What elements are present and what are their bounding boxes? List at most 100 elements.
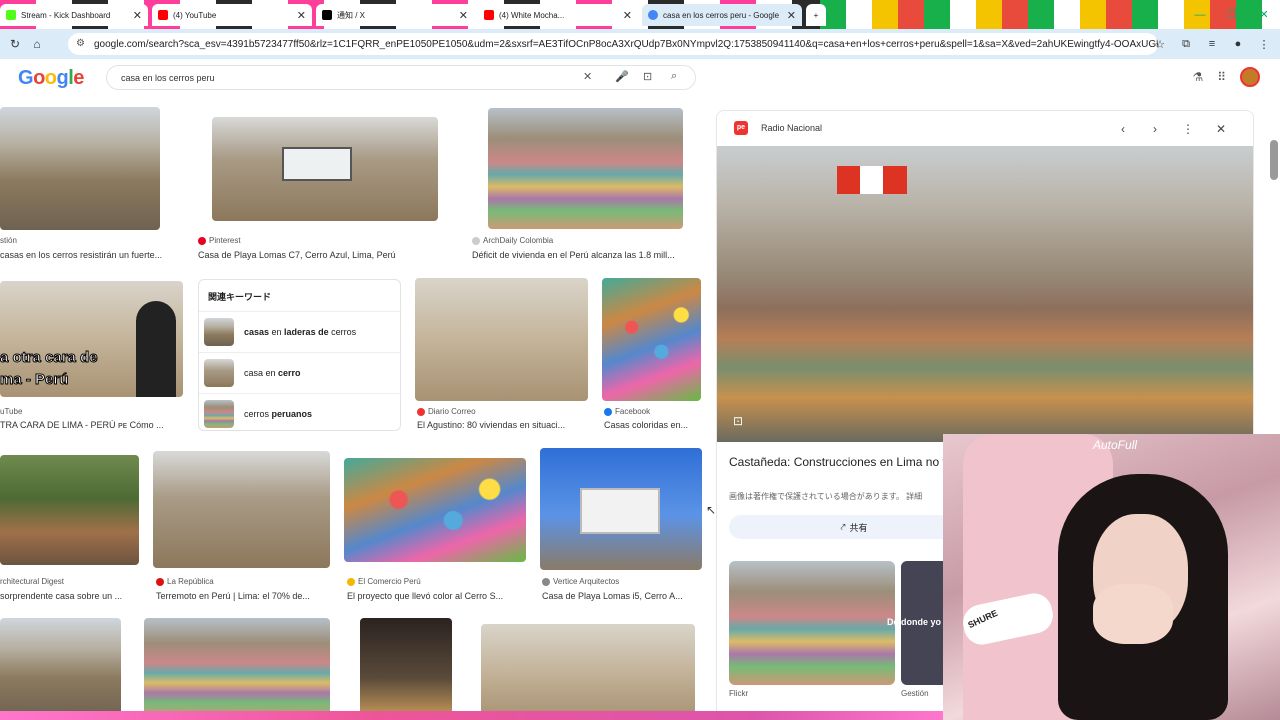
window-controls: — ❐ ✕ <box>1184 0 1280 29</box>
result-image-4[interactable]: a otra cara de ma - Perú <box>0 281 183 397</box>
result-image-1[interactable] <box>0 107 160 230</box>
bookmark-star-icon[interactable]: ☆ <box>1150 33 1170 55</box>
result-image-2[interactable] <box>212 117 438 221</box>
webcam-overlay: AutoFull SHURE <box>943 434 1280 720</box>
search-box[interactable]: casa en los cerros peru ✕ 🎤 ⊡ ⌕ <box>106 65 696 90</box>
keyword-label: casas en laderas de cerros <box>244 327 357 337</box>
related-image-1[interactable] <box>729 561 895 685</box>
result-title[interactable]: Casa de Playa Lomas i5, Cerro A... <box>542 591 702 601</box>
page-scrollbar[interactable] <box>1270 140 1278 180</box>
result-image-10[interactable] <box>540 448 702 570</box>
avatar[interactable] <box>1240 67 1260 87</box>
chevron-left-icon[interactable]: ‹ <box>1113 119 1133 139</box>
keyword-thumbnail <box>204 359 234 387</box>
lens-search-icon[interactable]: ⊡ <box>733 414 743 428</box>
close-icon[interactable]: ✕ <box>623 9 632 22</box>
preview-source[interactable]: Radio Nacional <box>761 123 822 133</box>
result-source: stión <box>0 236 17 245</box>
result-source: Vertice Arquitectos <box>542 577 619 586</box>
search-input[interactable]: casa en los cerros peru <box>121 73 215 83</box>
maximize-icon[interactable]: ❐ <box>1216 0 1248 29</box>
reading-list-icon[interactable]: ≡ <box>1202 33 1222 55</box>
lens-icon[interactable]: ⊡ <box>643 70 652 83</box>
close-icon[interactable]: ✕ <box>1211 119 1231 139</box>
preview-image[interactable]: ⊡ <box>717 146 1253 442</box>
radio-nacional-icon: pe <box>734 121 748 135</box>
profile-icon[interactable]: ● <box>1228 33 1248 55</box>
keyword-thumbnail <box>204 400 234 428</box>
source-label: Diario Correo <box>428 407 476 416</box>
result-image-9[interactable] <box>344 458 526 562</box>
result-title[interactable]: Casa de Playa Lomas C7, Cerro Azul, Lima… <box>198 250 448 260</box>
site-info-icon[interactable]: ⚙ <box>76 38 85 49</box>
facebook-icon <box>604 407 612 416</box>
peru-flag-on-hill <box>837 166 907 194</box>
result-title[interactable]: El proyecto que llevó color al Cerro S..… <box>347 591 527 601</box>
keyword-label: cerros peruanos <box>244 409 313 419</box>
share-label: 共有 <box>849 522 868 533</box>
clear-icon[interactable]: ✕ <box>583 70 592 83</box>
related-keyword-item[interactable]: casas en laderas de cerros <box>199 311 402 352</box>
result-source: Pinterest <box>198 236 241 245</box>
result-image-6[interactable] <box>602 278 701 401</box>
related-keyword-item[interactable]: casa en cerro <box>199 352 402 393</box>
result-image-3[interactable] <box>488 108 683 229</box>
result-source: Facebook <box>604 407 650 416</box>
share-button[interactable]: ⤤ 共有 <box>729 515 979 539</box>
tab-kick[interactable]: Stream - Kick Dashboard ✕ <box>0 4 148 26</box>
result-title[interactable]: TRA CARA DE LIMA - PERÚ ᴘᴇ Cómo ... <box>0 420 190 430</box>
browser-tab-strip: Stream - Kick Dashboard ✕ (4) YouTube ✕ … <box>0 0 1280 29</box>
chevron-right-icon[interactable]: › <box>1145 119 1165 139</box>
home-icon[interactable]: ⌂ <box>26 33 48 55</box>
result-image-11[interactable] <box>0 618 121 718</box>
result-title[interactable]: Casas coloridas en... <box>604 420 702 430</box>
result-source: uTube <box>0 407 23 416</box>
result-title[interactable]: casas en los cerros resistirán un fuerte… <box>0 250 180 260</box>
minimize-icon[interactable]: — <box>1184 0 1216 29</box>
result-title[interactable]: El Agustino: 80 viviendas en situaci... <box>417 420 587 430</box>
close-window-icon[interactable]: ✕ <box>1248 0 1280 29</box>
result-image-12[interactable] <box>144 618 330 718</box>
close-icon[interactable]: ✕ <box>133 9 142 22</box>
toolbar-actions: ☆ ⧉ ≡ ● ⋮ <box>1150 33 1274 55</box>
la-republica-icon <box>156 577 164 586</box>
house-shape <box>282 147 352 181</box>
google-logo[interactable]: Google <box>18 67 84 90</box>
labs-icon[interactable]: ⚗ <box>1192 70 1203 84</box>
related-source: Flickr <box>729 689 749 698</box>
source-label: La República <box>167 577 214 586</box>
tab-google-search[interactable]: casa en los cerros peru - Google ✕ <box>642 4 802 26</box>
apps-grid-icon[interactable]: ⠿ <box>1217 70 1226 84</box>
close-icon[interactable]: ✕ <box>297 9 306 22</box>
result-image-8[interactable] <box>153 451 330 568</box>
close-icon[interactable]: ✕ <box>459 9 468 22</box>
result-title[interactable]: sorprendente casa sobre un ... <box>0 591 145 601</box>
tab-label: 通知 / X <box>337 10 366 20</box>
related-keyword-item[interactable]: cerros peruanos <box>199 393 402 434</box>
header-actions: ⚗ ⠿ <box>1192 67 1260 87</box>
tab-x[interactable]: 通知 / X ✕ <box>316 4 474 26</box>
new-tab-button[interactable]: + <box>806 4 826 26</box>
close-icon[interactable]: ✕ <box>787 9 796 22</box>
result-image-13[interactable] <box>360 618 452 718</box>
tab-youtube[interactable]: (4) YouTube ✕ <box>152 4 312 26</box>
result-source: Diario Correo <box>417 407 476 416</box>
tab-youtube-music[interactable]: (4) White Mocha... ✕ <box>478 4 638 26</box>
address-bar[interactable]: ⚙ google.com/search?sca_esv=4391b5723477… <box>68 33 1158 55</box>
extensions-icon[interactable]: ⧉ <box>1176 33 1196 55</box>
result-image-7[interactable] <box>0 455 139 565</box>
microphone-icon[interactable]: 🎤 <box>615 70 629 83</box>
reload-icon[interactable]: ↻ <box>4 33 26 55</box>
menu-icon[interactable]: ⋮ <box>1254 33 1274 55</box>
result-title[interactable]: Déficit de vivienda en el Perú alcanza l… <box>472 250 702 260</box>
google-icon <box>648 10 658 20</box>
result-title[interactable]: Terremoto en Perú | Lima: el 70% de... <box>156 591 331 601</box>
chair-logo: AutoFull <box>1093 438 1138 452</box>
more-options-icon[interactable]: ⋮ <box>1178 119 1198 139</box>
result-image-14[interactable] <box>481 624 695 718</box>
youtube-icon <box>484 10 494 20</box>
related-image-label: De donde yo <box>887 617 942 627</box>
result-image-5[interactable] <box>415 278 588 401</box>
kick-icon <box>6 10 16 20</box>
search-icon[interactable]: ⌕ <box>671 70 677 83</box>
